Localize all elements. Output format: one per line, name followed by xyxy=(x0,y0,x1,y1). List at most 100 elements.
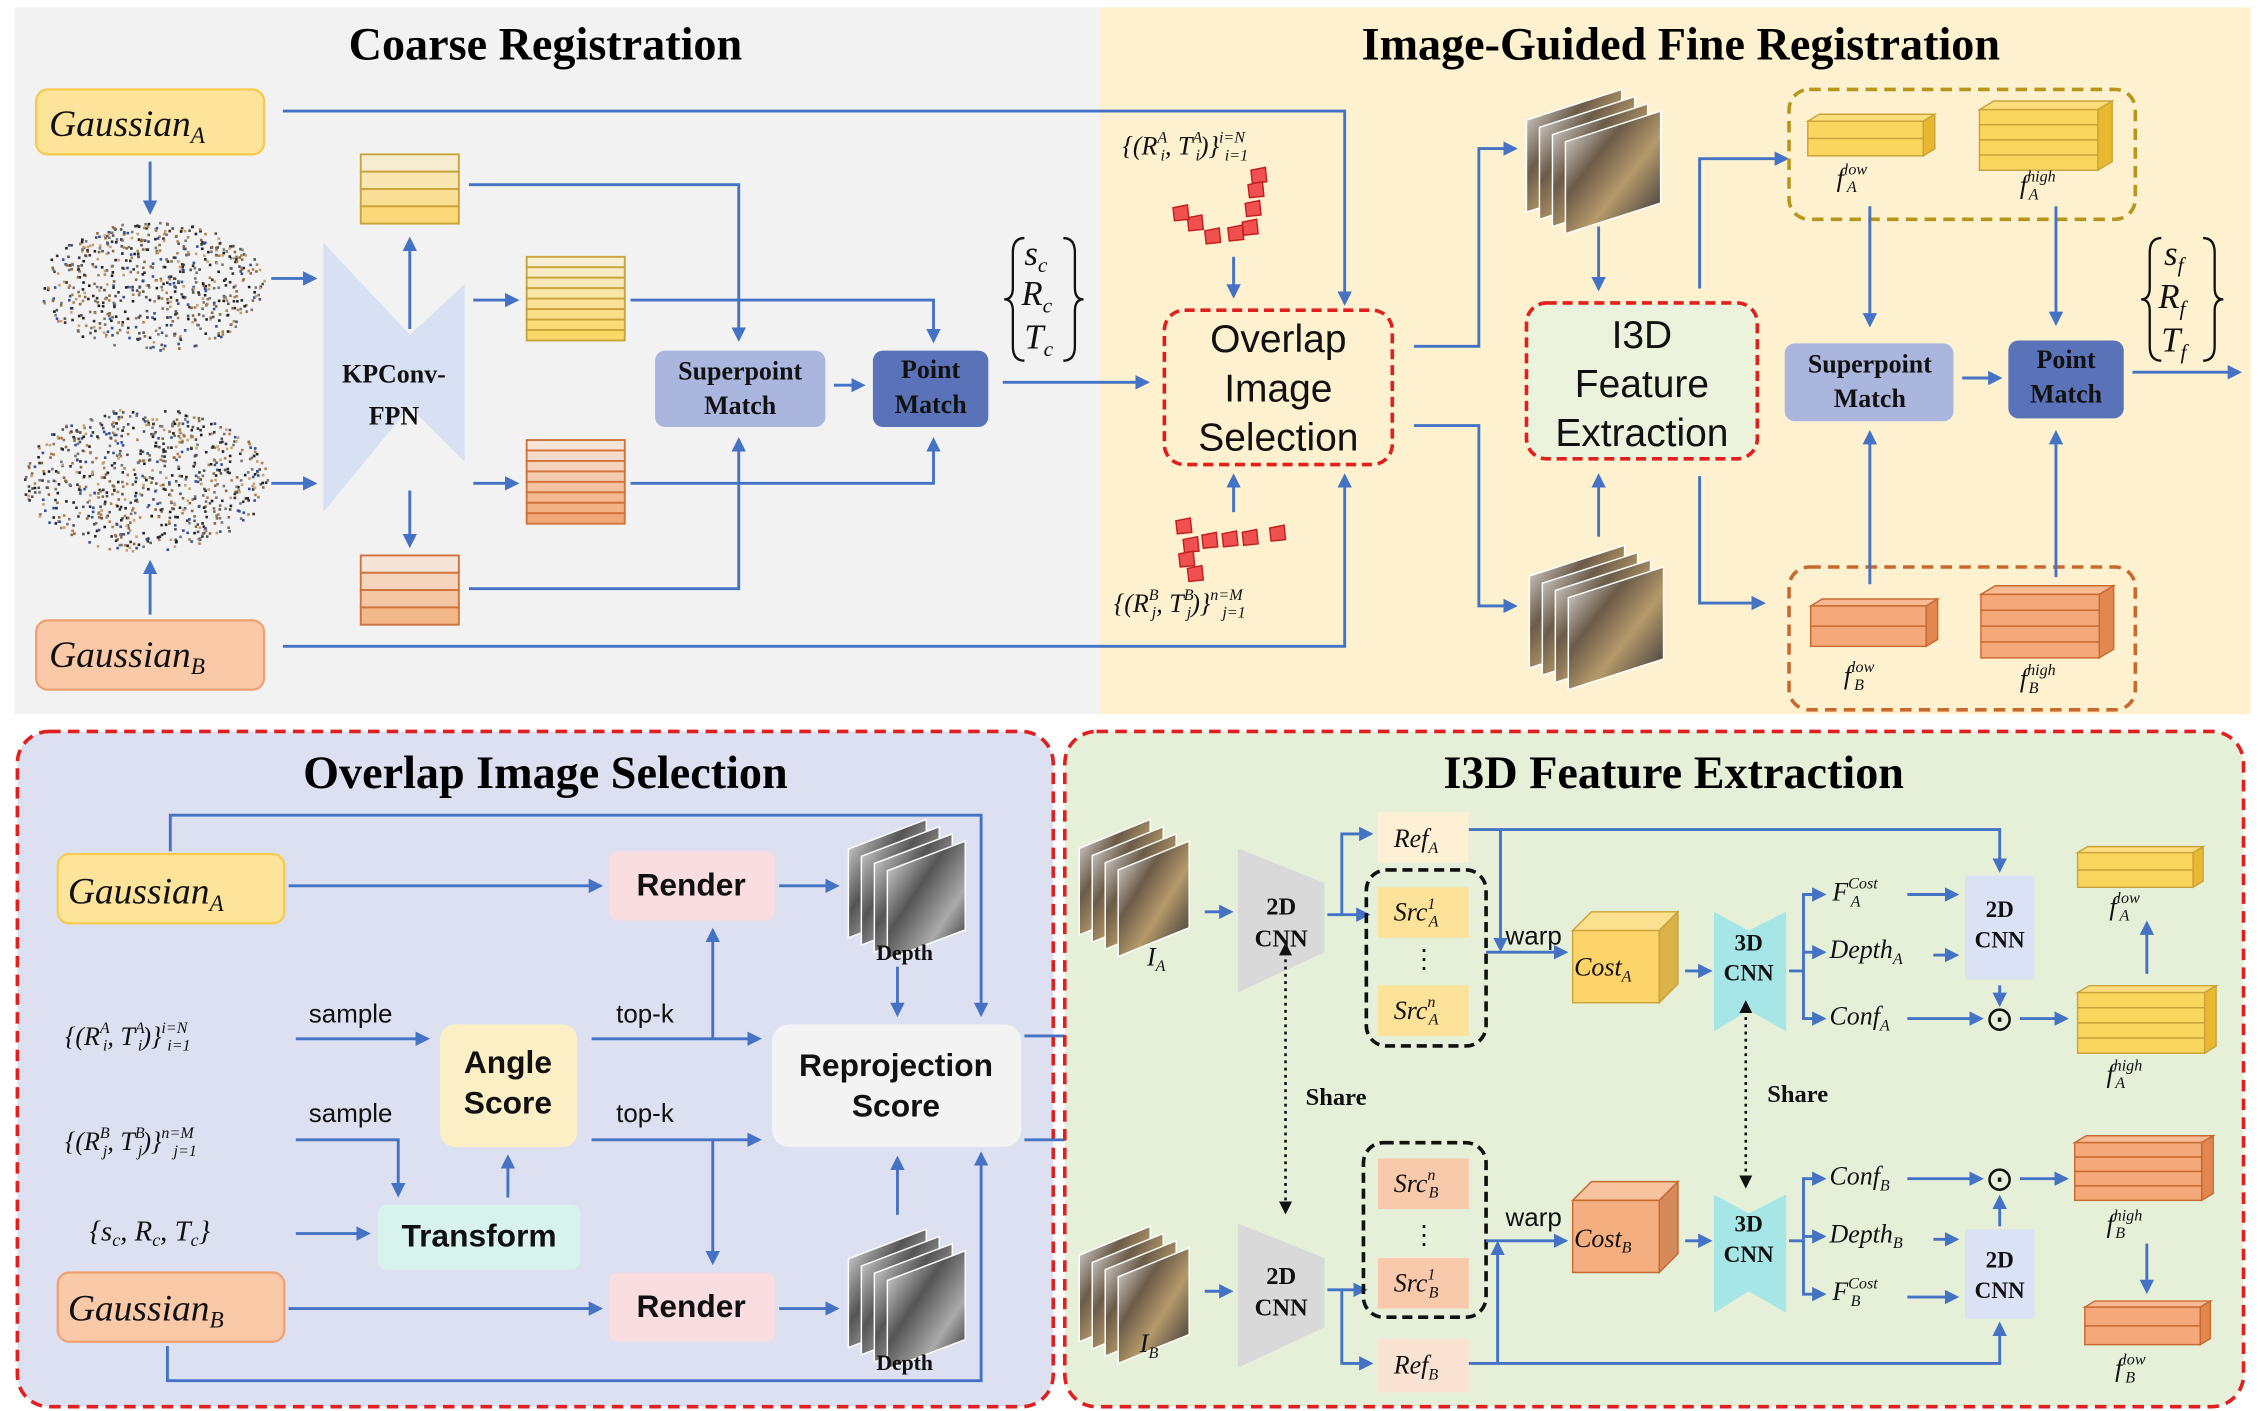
block-top xyxy=(2072,1135,2216,1144)
math-text: {(R xyxy=(65,1022,100,1051)
camera-marker xyxy=(1203,227,1222,245)
subscript: B xyxy=(1880,1177,1890,1194)
sample-a-label: sample xyxy=(309,999,393,1029)
math-text: } xyxy=(199,1215,211,1247)
feature-row xyxy=(525,512,626,525)
subscript: B xyxy=(1622,1239,1632,1256)
warp-b-label: warp xyxy=(1505,1202,1562,1232)
block-row xyxy=(2073,1156,2203,1173)
math-text: Depth xyxy=(1828,1219,1892,1248)
math-text: s xyxy=(1024,235,1037,273)
subscript: A xyxy=(189,124,206,150)
feature-row xyxy=(525,329,626,342)
cnn2d-decoder-b-label-line: CNN xyxy=(1975,1277,2025,1303)
feature-block-a-high xyxy=(1976,99,2115,172)
block-row xyxy=(1809,605,1927,627)
cnn3d-b-label-line: CNN xyxy=(1724,1241,1774,1267)
block-top xyxy=(2082,1300,2213,1308)
math-text: )} xyxy=(1198,132,1220,161)
math-text: Src xyxy=(1394,1169,1428,1198)
cnn2d-decoder-b-label-line: 2D xyxy=(1986,1247,2014,1273)
superscript: n xyxy=(1427,994,1435,1011)
subscript: A xyxy=(1892,951,1903,968)
camera-marker xyxy=(1268,524,1287,542)
i3d-feature-extraction-label-line: I3D xyxy=(1612,314,1673,357)
math-text: {(R xyxy=(65,1127,100,1156)
cnn3d-a-label-line: CNN xyxy=(1724,960,1774,986)
kpconv-fpn-label-line: FPN xyxy=(369,401,420,430)
block-side xyxy=(1922,112,1936,158)
block-side xyxy=(1925,597,1939,648)
src-a-n-label: Srcn A xyxy=(1394,994,1439,1029)
subscript: A xyxy=(1155,958,1166,975)
subscript: c xyxy=(112,1230,120,1250)
camera-poses-a-label: {(RA i, TA i)}i=N i=1 xyxy=(1123,129,1249,164)
feature-stack-b-large xyxy=(525,439,626,525)
block-row xyxy=(2084,1325,2201,1346)
coarse-registration-title: Coarse Registration xyxy=(349,19,743,70)
math-text: Cost xyxy=(1574,1224,1622,1253)
feature-row xyxy=(525,470,626,483)
subscript: A xyxy=(1427,840,1438,857)
i3d-feature-extraction-label-line: Extraction xyxy=(1555,412,1728,455)
math-text: Src xyxy=(1394,1268,1428,1297)
feature-row xyxy=(525,449,626,462)
math-text: , T xyxy=(1165,132,1194,161)
subscript: B xyxy=(2029,679,2039,696)
camera-marker xyxy=(1175,517,1193,535)
angle-score-label-line: Score xyxy=(464,1085,552,1121)
panel-gaussian-a-label: GaussianA xyxy=(68,871,225,917)
point-match-label-line: Match xyxy=(895,390,968,419)
feature-row xyxy=(525,287,626,300)
superscript: n xyxy=(1427,1167,1435,1184)
fine-superpoint-match-label-line: Match xyxy=(1834,384,1907,413)
overlap-image-selection-label-line: Selection xyxy=(1198,416,1358,459)
block-side xyxy=(2192,845,2204,889)
gaussian-a-label: GaussianA xyxy=(49,104,206,150)
block-top xyxy=(1808,598,1941,607)
superpoint-match-label-line: Match xyxy=(704,391,777,420)
feature-row xyxy=(525,297,626,311)
camera-marker xyxy=(1172,204,1190,222)
superscript: i=N xyxy=(161,1020,188,1037)
topk-b-label: top-k xyxy=(616,1098,675,1128)
kpconv-fpn-label-line: KPConv- xyxy=(342,360,446,389)
camera-marker xyxy=(1221,530,1239,548)
i3d-feature-a-low xyxy=(2074,845,2206,889)
camera-marker xyxy=(1177,550,1196,568)
i3d-feature-b-low xyxy=(2082,1299,2213,1346)
feature-row xyxy=(359,170,460,190)
math-text: Cost xyxy=(1574,952,1622,981)
feature-row xyxy=(359,153,460,173)
block-row xyxy=(2076,991,2206,1009)
math-text: Conf xyxy=(1829,1162,1883,1191)
i3d-feature-a-high xyxy=(2074,984,2219,1055)
feature-row xyxy=(525,308,626,321)
math-text: {(R xyxy=(1123,132,1158,161)
subscript: B xyxy=(2125,1369,2135,1386)
subscript: B xyxy=(1429,1284,1439,1301)
superscript: low xyxy=(2122,1351,2146,1368)
subscript: A xyxy=(2114,1075,2125,1092)
overlap-image-selection-label-line: Overlap xyxy=(1210,318,1346,361)
block-side xyxy=(2098,584,2115,660)
cnn2d-decoder-b xyxy=(1965,1229,2035,1319)
share-3d-label: Share xyxy=(1767,1081,1828,1108)
block-row xyxy=(2076,1022,2206,1039)
panel-poses-b-label: {(RB j, TB j)}n=M j=1 xyxy=(65,1125,197,1160)
feature-row xyxy=(359,571,460,592)
camera-marker xyxy=(1247,180,1265,199)
block-row xyxy=(1807,120,1924,140)
feature-stack-a-small xyxy=(359,153,460,225)
subscript: B xyxy=(1893,1235,1903,1252)
math-text: Conf xyxy=(1829,1002,1883,1031)
cnn3d-b-label-line: 3D xyxy=(1735,1211,1763,1237)
src-b-n-label: Srcn B xyxy=(1394,1167,1439,1202)
feature-row xyxy=(359,554,460,574)
subscript: i=1 xyxy=(1225,147,1248,164)
block-row xyxy=(1980,593,2100,612)
superscript: n=M xyxy=(161,1125,195,1142)
superscript: high xyxy=(2114,1207,2143,1224)
camera-marker xyxy=(1182,535,1200,554)
camera-marker xyxy=(1250,166,1268,185)
